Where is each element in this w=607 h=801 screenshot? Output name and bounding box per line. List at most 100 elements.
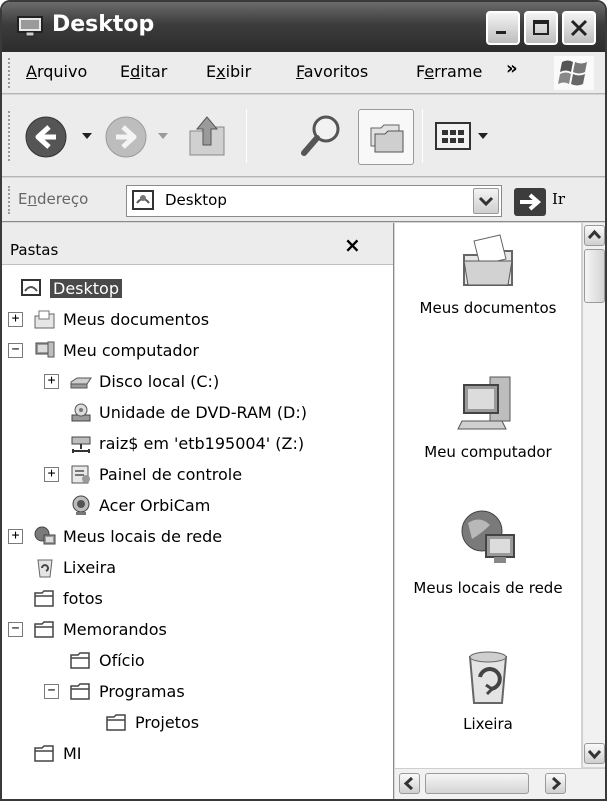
menu-ferramentas[interactable]: Ferrame: [416, 62, 482, 81]
webcam-icon: [72, 495, 90, 515]
forward-arrow-icon[interactable]: [104, 115, 148, 159]
maximize-icon: [533, 20, 549, 35]
tree-item-label: Projetos: [135, 712, 200, 732]
scroll-right-button[interactable]: [545, 773, 566, 794]
tree-item[interactable]: fotos: [33, 583, 103, 613]
toolbar-grip[interactable]: [8, 111, 11, 161]
toolbar-grip[interactable]: [8, 58, 11, 88]
back-arrow-icon[interactable]: [24, 115, 68, 159]
my-documents-icon: [463, 234, 513, 286]
address-dropdown-button[interactable]: [473, 188, 499, 214]
chevron-left-icon: [403, 776, 414, 791]
menu-exibir[interactable]: Exibir: [206, 62, 251, 81]
menu-editar[interactable]: Editar: [120, 62, 167, 81]
tree-item[interactable]: − Memorandos: [8, 614, 167, 644]
menu-arquivo[interactable]: Arquivo: [26, 62, 87, 81]
address-bar: Endereço Desktop Ir: [2, 178, 605, 222]
item-meu-computador[interactable]: Meu computador: [395, 371, 581, 463]
forward-dropdown-icon[interactable]: [158, 133, 168, 141]
horizontal-scroll-thumb[interactable]: [425, 773, 529, 794]
expand-icon[interactable]: +: [8, 311, 23, 327]
folder-icon: [70, 683, 90, 700]
chevron-down-icon: [478, 196, 494, 207]
tree-item-label: Acer OrbiCam: [99, 495, 211, 515]
folders-pane-close-button[interactable]: ×: [344, 233, 361, 257]
view-options-icon[interactable]: [434, 119, 474, 153]
go-label[interactable]: Ir: [552, 190, 565, 208]
title-bar[interactable]: Desktop: [2, 2, 605, 52]
close-icon: [570, 19, 588, 37]
horizontal-scrollbar[interactable]: [395, 768, 605, 799]
desktop-icon: [132, 190, 154, 210]
expand-icon[interactable]: +: [44, 373, 59, 389]
tree-item-label: Programas: [99, 681, 185, 701]
folders-pane: Pastas × Desktop + Meus documentos − Meu com…: [2, 223, 394, 799]
tree-item[interactable]: Acer OrbiCam: [69, 490, 210, 520]
tree-item[interactable]: + Disco local (C:): [44, 366, 219, 396]
tree-item[interactable]: Ofício: [69, 645, 145, 675]
item-lixeira[interactable]: Lixeira: [395, 647, 581, 735]
maximize-button[interactable]: [524, 11, 558, 45]
tree-item[interactable]: + Meus locais de rede: [8, 521, 222, 551]
tree-item-label: Unidade de DVD-RAM (D:): [99, 402, 308, 422]
tree-item[interactable]: raiz$ em 'etb195004' (Z:): [69, 428, 304, 458]
minimize-button[interactable]: [486, 11, 520, 45]
tree-item[interactable]: − Meu computador: [8, 335, 199, 365]
tree-item-label: Ofício: [99, 650, 145, 670]
item-meus-documentos[interactable]: Meus documentos: [395, 231, 581, 319]
folders-pane-title: Pastas: [10, 241, 59, 259]
search-icon[interactable]: [296, 111, 346, 161]
tree-item-label: Lixeira: [63, 557, 117, 577]
tree-item[interactable]: − Programas: [44, 676, 185, 706]
item-meus-locais-de-rede[interactable]: Meus locais de rede: [395, 507, 581, 599]
tree-item-label: Meu computador: [63, 340, 199, 360]
expand-icon[interactable]: +: [8, 528, 23, 544]
go-button[interactable]: [514, 188, 546, 216]
tree-item[interactable]: Unidade de DVD-RAM (D:): [69, 397, 307, 427]
folders-toggle-button[interactable]: [358, 109, 414, 165]
tree-item[interactable]: MI: [33, 738, 82, 768]
dvd-drive-icon: [71, 403, 91, 422]
desktop-icon: [21, 279, 41, 296]
vertical-scroll-thumb[interactable]: [584, 249, 605, 303]
scroll-down-button[interactable]: [584, 743, 605, 764]
item-caption: Meus documentos: [419, 299, 557, 317]
up-folder-icon[interactable]: [184, 111, 230, 161]
minimize-icon: [496, 31, 506, 34]
vertical-scrollbar[interactable]: [582, 223, 605, 767]
folder-icon: [34, 621, 54, 638]
tree-item[interactable]: Lixeira: [33, 552, 116, 582]
tree-item-label: Meus documentos: [63, 309, 210, 329]
close-button[interactable]: [562, 11, 596, 45]
my-computer-icon: [35, 341, 55, 358]
menu-favoritos[interactable]: Favoritos: [296, 62, 368, 81]
folder-icon: [34, 590, 54, 607]
tree-item[interactable]: Desktop: [20, 273, 122, 303]
views-dropdown-icon[interactable]: [478, 133, 488, 141]
standard-toolbar: [2, 95, 605, 177]
folder-icon: [34, 745, 54, 762]
go-arrow-icon: [520, 193, 542, 211]
scroll-up-button[interactable]: [584, 225, 605, 246]
explorer-window: Desktop Arquivo Editar Exibir Favoritos …: [0, 0, 607, 801]
expand-icon[interactable]: +: [44, 466, 59, 482]
tree-item[interactable]: + Meus documentos: [8, 304, 209, 334]
tree-item-label: Disco local (C:): [99, 371, 220, 391]
scroll-left-button[interactable]: [399, 773, 420, 794]
window-title: Desktop: [52, 12, 155, 37]
toolbar-grip[interactable]: [8, 186, 11, 214]
back-dropdown-icon[interactable]: [82, 133, 92, 141]
tree-item[interactable]: Projetos: [105, 707, 199, 737]
address-field[interactable]: Desktop: [126, 185, 502, 217]
chevron-right-icon: [551, 776, 562, 791]
chevron-down-icon: [587, 749, 602, 760]
collapse-icon[interactable]: −: [44, 683, 59, 699]
menu-bar: Arquivo Editar Exibir Favoritos Ferrame …: [2, 52, 605, 94]
desktop-icon: [17, 16, 43, 37]
tree-item[interactable]: + Painel de controle: [44, 459, 242, 489]
collapse-icon[interactable]: −: [8, 621, 23, 637]
collapse-icon[interactable]: −: [8, 342, 23, 358]
network-drive-icon: [71, 436, 91, 453]
windows-logo-icon: [554, 56, 594, 90]
menu-overflow-chevron[interactable]: »: [506, 58, 518, 79]
